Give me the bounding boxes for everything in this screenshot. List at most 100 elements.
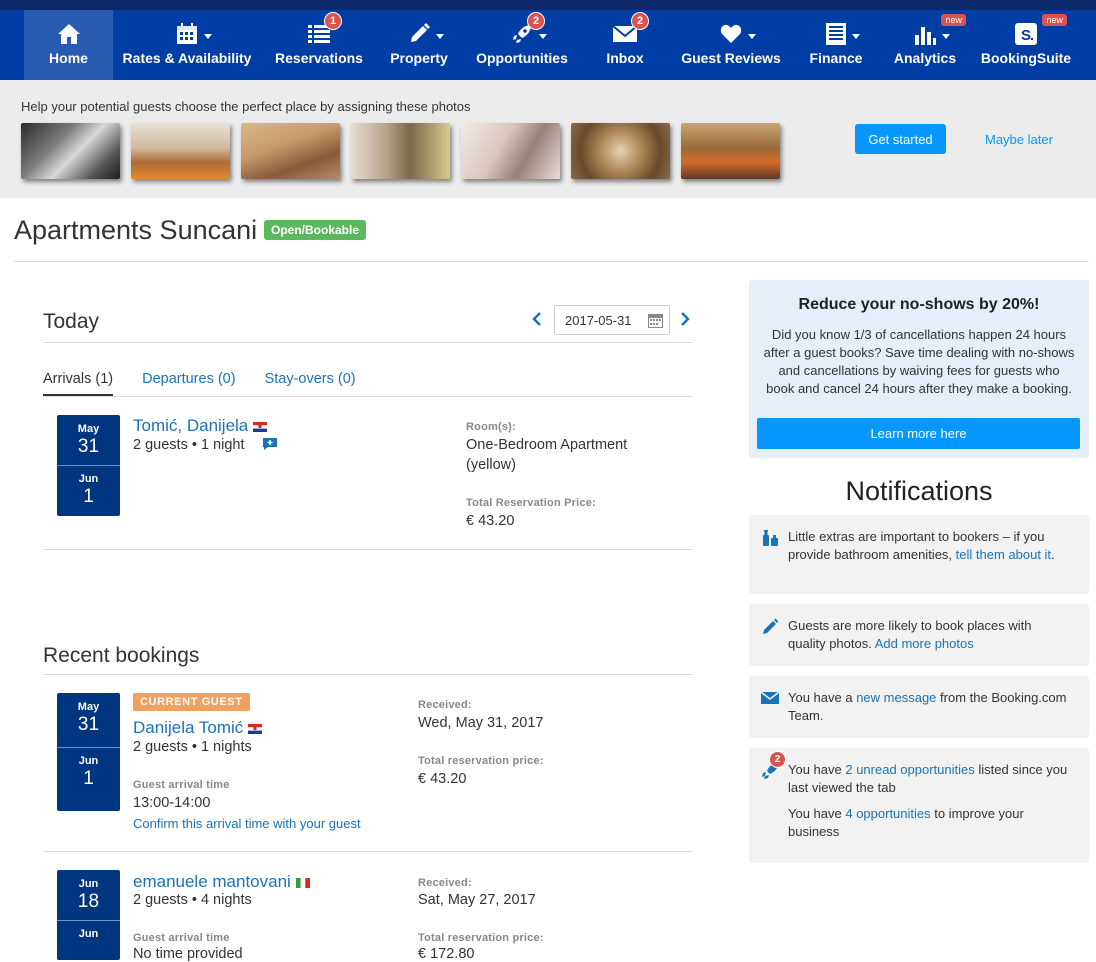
list-icon: 1 xyxy=(308,12,342,46)
pencil-icon xyxy=(761,618,779,641)
svg-text:S: S xyxy=(1021,27,1031,44)
notification-badge: 2 xyxy=(527,12,545,30)
rooms-label: Room(s): xyxy=(466,421,516,433)
nav-analytics[interactable]: new Analytics xyxy=(877,10,973,80)
nav-label: BookingSuite xyxy=(980,50,1072,66)
nav-property[interactable]: Property xyxy=(377,10,461,80)
nav-inbox[interactable]: 2 Inbox xyxy=(583,10,667,80)
promo-body: Did you know 1/3 of cancellations happen… xyxy=(763,327,1075,396)
price-label: Total reservation price: xyxy=(418,755,544,767)
divider xyxy=(43,674,693,675)
new-badge: new xyxy=(941,14,966,26)
stay-date-box: Jun 18 Jun xyxy=(57,870,120,960)
no-shows-promo: Reduce your no-shows by 20%! Did you kno… xyxy=(749,280,1089,458)
nav-label: Home xyxy=(49,50,88,66)
arrival-time-value: No time provided xyxy=(133,946,243,962)
divider xyxy=(57,747,120,748)
stay-date-box: May 31 Jun 1 xyxy=(57,693,120,811)
chevron-down-icon xyxy=(942,34,950,39)
recent-bookings-heading: Recent bookings xyxy=(43,644,200,667)
photo-thumbnail[interactable] xyxy=(681,123,780,179)
divider xyxy=(43,851,693,852)
rocket-icon: 2 xyxy=(511,12,547,46)
room-name-line2: (yellow) xyxy=(466,457,516,473)
photo-thumbnail[interactable] xyxy=(461,123,560,179)
chevron-down-icon xyxy=(852,34,860,39)
guest-name-link[interactable]: emanuele mantovani xyxy=(133,872,291,891)
arrival-time-value: 13:00-14:00 xyxy=(133,795,211,811)
tab-stay-overs[interactable]: Stay-overs (0) xyxy=(265,371,356,396)
banner-text: Help your potential guests choose the pe… xyxy=(21,99,471,114)
nav-label: Rates & Availability xyxy=(122,50,252,66)
stay-date-box: May 31 Jun 1 xyxy=(57,415,120,516)
notification-card: Little extras are important to bookers –… xyxy=(749,515,1089,594)
opportunities-link[interactable]: 4 opportunities xyxy=(845,806,930,821)
received-date: Sat, May 27, 2017 xyxy=(418,892,536,908)
nav-label: Guest Reviews xyxy=(681,50,781,66)
photo-thumbnail[interactable] xyxy=(571,123,670,179)
home-icon xyxy=(57,22,81,46)
guest-summary: 2 guests • 1 night xyxy=(133,437,245,453)
calendar-icon[interactable] xyxy=(648,312,663,331)
photo-thumbnail[interactable] xyxy=(131,123,230,179)
room-name-line1: One-Bedroom Apartment xyxy=(466,437,628,453)
new-message-link[interactable]: new message xyxy=(856,690,936,705)
tell-them-link[interactable]: tell them about it xyxy=(956,547,1051,562)
chevron-down-icon xyxy=(204,34,212,39)
received-label: Received: xyxy=(418,699,472,711)
notification-text-part: . xyxy=(1051,547,1055,562)
notification-text: You have 2 unread opportunities listed s… xyxy=(788,761,1071,797)
photo-thumbnail[interactable] xyxy=(351,123,450,179)
confirm-arrival-link[interactable]: Confirm this arrival time with your gues… xyxy=(133,816,361,831)
photo-thumbnail[interactable] xyxy=(241,123,340,179)
notification-text-part: You have xyxy=(788,762,846,777)
promo-title: Reduce your no-shows by 20%! xyxy=(798,296,1040,313)
unread-opportunities-link[interactable]: 2 unread opportunities xyxy=(845,762,974,777)
nav-reservations[interactable]: 1 Reservations xyxy=(261,10,377,80)
received-date: Wed, May 31, 2017 xyxy=(418,715,544,731)
calendar-icon xyxy=(176,22,212,46)
nav-label: Opportunities xyxy=(476,50,568,66)
date-month: Jun xyxy=(78,755,99,767)
date-picker[interactable]: 2017-05-31 xyxy=(554,305,670,335)
guest-name-row: emanuele mantovani xyxy=(133,872,310,892)
learn-more-button[interactable]: Learn more here xyxy=(757,418,1080,449)
price-label: Total reservation price: xyxy=(418,932,544,944)
maybe-later-link[interactable]: Maybe later xyxy=(985,132,1053,147)
heart-icon xyxy=(720,22,756,46)
today-tabs: Arrivals (1) Departures (0) Stay-overs (… xyxy=(43,371,356,396)
get-started-button[interactable]: Get started xyxy=(855,124,946,154)
chevron-right-icon[interactable] xyxy=(680,312,690,331)
chevron-left-icon[interactable] xyxy=(532,312,542,331)
message-icon[interactable] xyxy=(262,437,278,456)
nav-rates[interactable]: Rates & Availability xyxy=(113,10,261,80)
guest-name-link[interactable]: Danijela Tomić xyxy=(133,718,243,737)
notification-badge: 2 xyxy=(631,12,649,30)
current-guest-badge: CURRENT GUEST xyxy=(133,693,250,711)
envelope-icon xyxy=(760,691,780,710)
nav-guest-reviews[interactable]: Guest Reviews xyxy=(667,10,795,80)
date-day: 31 xyxy=(77,436,100,457)
date-day: 1 xyxy=(83,768,94,789)
guest-name-row: Tomić, Danijela xyxy=(133,416,268,436)
tab-arrivals[interactable]: Arrivals (1) xyxy=(43,371,114,396)
guest-name-link[interactable]: Tomić, Danijela xyxy=(133,416,248,435)
nav-home[interactable]: Home xyxy=(24,10,113,80)
notification-card: Guests are more likely to book places wi… xyxy=(749,604,1089,666)
date-value: 2017-05-31 xyxy=(565,313,632,328)
property-title: Apartments Suncani xyxy=(14,215,258,245)
top-strip xyxy=(0,0,1096,10)
tab-departures[interactable]: Departures (0) xyxy=(142,371,235,396)
price-label: Total Reservation Price: xyxy=(466,497,596,509)
nav-finance[interactable]: Finance xyxy=(795,10,877,80)
received-label: Received: xyxy=(418,877,472,889)
ledger-icon xyxy=(826,22,860,46)
notification-badge: 1 xyxy=(324,12,342,30)
nav-bookingsuite[interactable]: S new BookingSuite xyxy=(973,10,1079,80)
photo-thumbnail[interactable] xyxy=(21,123,120,179)
divider xyxy=(43,396,693,397)
croatia-flag-icon xyxy=(253,421,268,432)
add-photos-link[interactable]: Add more photos xyxy=(875,636,974,651)
photo-thumbnails xyxy=(21,123,780,179)
nav-opportunities[interactable]: 2 Opportunities xyxy=(461,10,583,80)
